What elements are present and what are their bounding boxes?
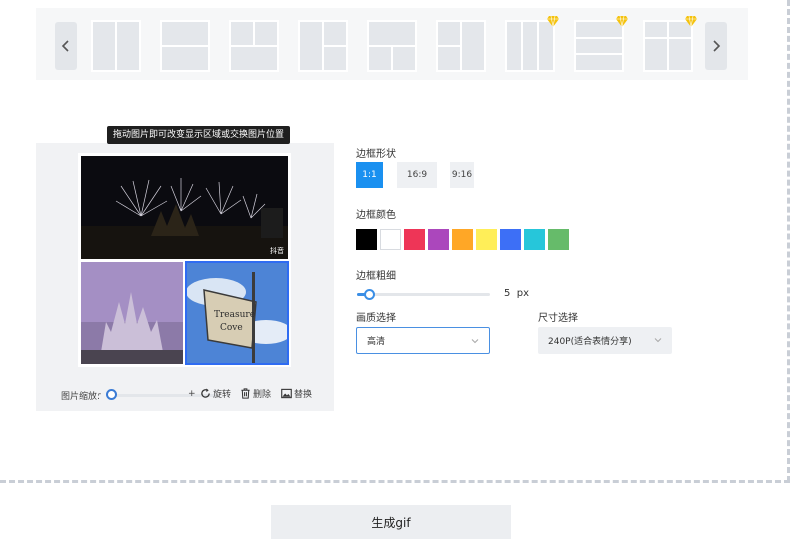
color-swatch-black[interactable] <box>356 229 377 250</box>
border-color-label: 边框颜色 <box>356 210 396 221</box>
diamond-icon <box>616 16 628 27</box>
rotate-button[interactable]: 旋转 <box>200 387 231 400</box>
border-shape-label: 边框形状 <box>356 149 396 160</box>
color-swatch-yellow[interactable] <box>476 229 497 250</box>
generate-gif-button[interactable]: 生成gif <box>271 505 511 539</box>
color-swatch-cyan[interactable] <box>524 229 545 250</box>
replace-label: 替换 <box>294 390 313 400</box>
ratio-16-9-button[interactable]: 16:9 <box>397 162 437 188</box>
diamond-icon <box>547 16 559 27</box>
svg-text:Treasure: Treasure <box>214 310 255 320</box>
size-label: 尺寸选择 <box>538 313 578 324</box>
template-thumb[interactable] <box>298 20 348 72</box>
dashed-frame-bottom <box>0 480 790 483</box>
chevron-down-icon <box>471 339 479 344</box>
gif-collage-editor: 拖动图片即可改变显示区域或交换图片位置 抖音 Treasure Cove 图片缩… <box>0 0 800 547</box>
template-thumb[interactable] <box>643 16 697 72</box>
watermark-text: 抖音 <box>270 247 284 255</box>
color-swatch-blue[interactable] <box>500 229 521 250</box>
chevron-left-icon <box>61 40 69 52</box>
collage-photo-castle[interactable] <box>81 262 183 364</box>
color-swatch-white[interactable] <box>380 229 401 250</box>
zoom-minus[interactable]: - <box>98 389 101 399</box>
template-thumb[interactable] <box>367 20 417 72</box>
chevron-right-icon <box>713 40 721 52</box>
template-next-button[interactable] <box>705 22 727 70</box>
template-thumb[interactable] <box>574 16 628 72</box>
ratio-1-1-button[interactable]: 1:1 <box>356 162 383 188</box>
drag-tooltip: 拖动图片即可改变显示区域或交换图片位置 <box>107 126 291 144</box>
size-value: 240P(适合表情分享) <box>548 337 632 347</box>
ratio-9-16-button[interactable]: 9:16 <box>450 162 474 188</box>
collage-canvas: 抖音 Treasure Cove <box>78 153 291 367</box>
dashed-frame-right <box>787 0 790 482</box>
template-thumb[interactable] <box>436 20 486 72</box>
delete-label: 删除 <box>253 390 272 400</box>
delete-button[interactable]: 删除 <box>240 387 271 400</box>
border-width-label: 边框粗细 <box>356 271 396 282</box>
collage-photo-fireworks[interactable]: 抖音 <box>81 156 288 259</box>
rotate-label: 旋转 <box>213 390 232 400</box>
zoom-plus[interactable]: + <box>188 389 196 399</box>
quality-label: 画质选择 <box>356 313 396 324</box>
zoom-slider-handle[interactable] <box>106 389 117 400</box>
border-width-slider-handle[interactable] <box>364 289 375 300</box>
trash-icon <box>241 388 250 399</box>
color-swatch-purple[interactable] <box>428 229 449 250</box>
template-thumb[interactable] <box>229 20 279 72</box>
image-icon <box>281 388 292 399</box>
template-thumb[interactable] <box>91 20 141 72</box>
template-thumb[interactable] <box>160 20 210 72</box>
color-swatch-orange[interactable] <box>452 229 473 250</box>
template-strip <box>36 8 748 80</box>
quality-value: 高清 <box>367 337 386 347</box>
replace-button[interactable]: 替换 <box>281 387 312 400</box>
size-select[interactable]: 240P(适合表情分享) <box>538 327 672 354</box>
template-prev-button[interactable] <box>55 22 77 70</box>
border-width-slider-track[interactable] <box>357 293 490 296</box>
quality-select[interactable]: 高清 <box>356 327 490 354</box>
color-swatch-red[interactable] <box>404 229 425 250</box>
diamond-icon <box>685 16 697 27</box>
svg-text:Cove: Cove <box>220 323 243 333</box>
collage-photo-sign[interactable]: Treasure Cove <box>185 261 289 365</box>
zoom-label: 图片缩放: <box>61 392 101 402</box>
chevron-down-icon <box>654 338 662 343</box>
rotate-icon <box>201 388 210 398</box>
editor-toolbar: 图片缩放: - + 旋转 删除 替换 <box>36 386 334 404</box>
template-thumb[interactable] <box>505 16 559 72</box>
color-swatch-green[interactable] <box>548 229 569 250</box>
border-width-value: 5 px <box>504 288 529 299</box>
